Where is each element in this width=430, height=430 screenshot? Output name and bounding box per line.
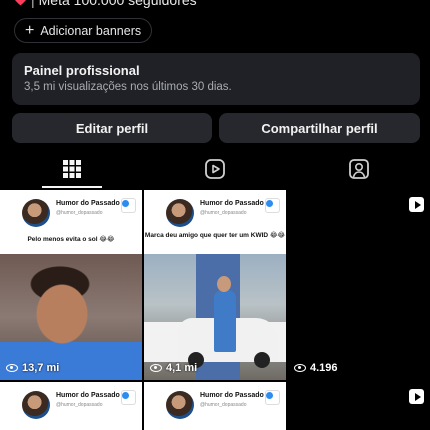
share-profile-button[interactable]: Compartilhar perfil (219, 113, 420, 143)
post-account-name: Humor do Passado (200, 200, 273, 207)
pin-icon (121, 198, 136, 213)
follower-goal: | Meta 100.000 seguidores (14, 0, 197, 8)
tab-grid[interactable] (0, 150, 143, 188)
professional-dashboard-subtitle: 3,5 mi visualizações nos últimos 30 dias… (24, 81, 232, 93)
reel-icon (409, 197, 424, 212)
avatar (166, 391, 194, 419)
person-shape (214, 290, 236, 352)
view-count: 4,1 mi (150, 362, 197, 374)
tagged-icon (348, 159, 369, 179)
avatar (22, 391, 50, 419)
post-tile[interactable] (288, 382, 430, 430)
reel-icon (409, 389, 424, 404)
view-count: 4.196 (294, 362, 338, 374)
post-handle: @humor_dopassado (56, 402, 103, 408)
post-handle: @humor_dopassado (200, 210, 247, 216)
reels-icon (204, 159, 225, 179)
pin-icon (265, 198, 280, 213)
post-caption: Pelo menos evita o sol 😂😂 (27, 236, 115, 243)
tab-reels[interactable] (143, 150, 286, 188)
profile-tabs (0, 150, 430, 188)
add-banners-label: Adicionar banners (40, 23, 142, 38)
add-banners-button[interactable]: + Adicionar banners (14, 18, 153, 43)
post-account-name: Humor do Passado (200, 392, 273, 399)
grid-icon (62, 160, 81, 178)
professional-dashboard[interactable]: Painel profissional 3,5 mi visualizações… (12, 53, 420, 105)
view-count: 13,7 mi (6, 362, 59, 374)
post-tile[interactable]: Humor do Passado @humor_dopassado (144, 382, 286, 430)
post-header: Humor do Passado @humor_dopassado Pelo m… (0, 190, 142, 254)
post-tile[interactable]: Humor do Passado @humor_dopassado Pelo m… (0, 190, 142, 380)
post-handle: @humor_dopassado (56, 210, 103, 216)
post-tile[interactable]: Humor do Passado @humor_dopassado (0, 382, 142, 430)
post-header: Humor do Passado @humor_dopassado (0, 382, 142, 430)
post-account-name: Humor do Passado (56, 200, 129, 207)
head-shape (217, 276, 231, 292)
heart-icon (15, 0, 26, 6)
follower-goal-text: Meta 100.000 seguidores (38, 0, 197, 8)
post-account-name: Humor do Passado (56, 392, 129, 399)
post-header: Humor do Passado @humor_dopassado Marca … (144, 190, 286, 254)
pin-icon (265, 390, 280, 405)
wheel-shape (254, 352, 270, 368)
tab-tagged[interactable] (287, 150, 430, 188)
eye-icon (6, 364, 18, 372)
professional-dashboard-title: Painel profissional (24, 63, 140, 78)
eye-icon (150, 364, 162, 372)
post-caption: Marca deu amigo que quer ter um KWID 😂😂 (144, 232, 286, 239)
post-tile[interactable]: Humor do Passado @humor_dopassado Marca … (144, 190, 286, 380)
avatar (166, 199, 194, 227)
post-handle: @humor_dopassado (200, 402, 247, 408)
separator: | (31, 0, 35, 8)
edit-profile-button[interactable]: Editar perfil (12, 113, 212, 143)
post-header: Humor do Passado @humor_dopassado (144, 382, 286, 430)
avatar (22, 199, 50, 227)
active-tab-indicator (42, 186, 102, 188)
post-tile[interactable]: 4.196 (288, 190, 430, 380)
plus-icon: + (25, 21, 35, 39)
pin-icon (121, 390, 136, 405)
eye-icon (294, 364, 306, 372)
posts-grid: Humor do Passado @humor_dopassado Pelo m… (0, 190, 430, 430)
